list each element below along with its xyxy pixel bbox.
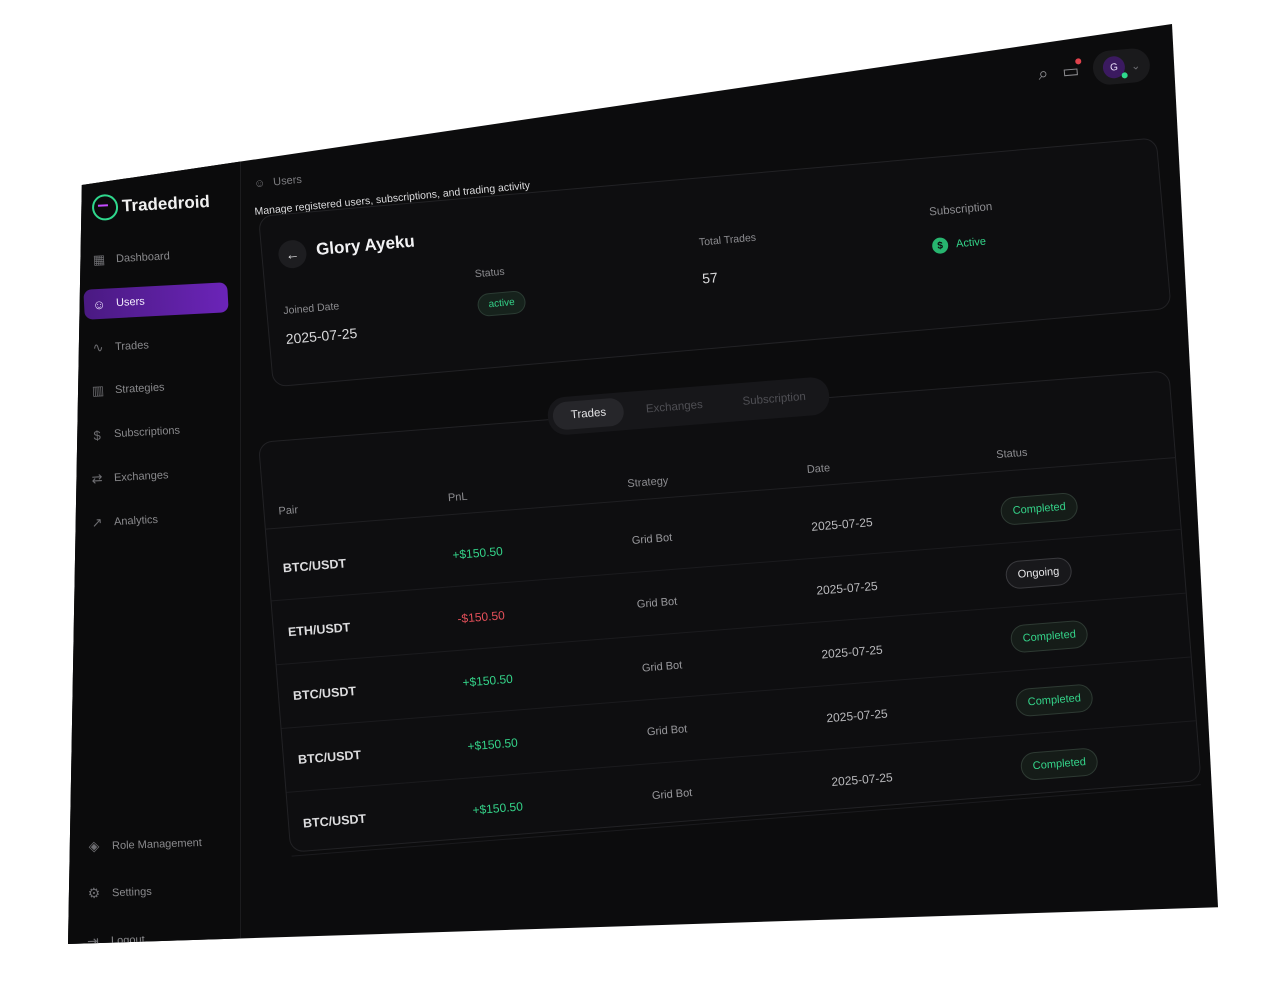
- pair-cell: BTC/USDT: [302, 811, 367, 831]
- exchange-icon: ⇄: [91, 470, 103, 487]
- profile-menu[interactable]: G ⌄: [1091, 47, 1152, 87]
- users-icon: ☺: [253, 177, 266, 191]
- gear-icon: ⚙: [86, 884, 101, 902]
- sidebar-item-label: Strategies: [114, 381, 165, 397]
- breadcrumb-label: Users: [272, 173, 303, 189]
- trend-up-icon: ↗: [90, 514, 103, 531]
- sidebar-item-settings[interactable]: ⚙ Settings: [85, 883, 151, 902]
- sidebar-item-label: Dashboard: [115, 250, 171, 266]
- user-name: Glory Ayeku: [315, 231, 416, 260]
- pnl-cell: +$150.50: [461, 671, 514, 690]
- chevron-down-icon: ⌄: [1130, 59, 1141, 73]
- pair-cell: BTC/USDT: [292, 684, 357, 704]
- sidebar-item-label: Trades: [114, 338, 150, 353]
- sidebar-item-label: Logout: [110, 933, 145, 947]
- status-cell: Completed: [1009, 613, 1172, 654]
- status-badge: Completed: [1009, 619, 1089, 654]
- strategy-cell: Grid Bot: [636, 595, 678, 611]
- strategy-cell: Grid Bot: [631, 531, 673, 547]
- avatar: G: [1101, 55, 1128, 80]
- total-trades-label: Total Trades: [698, 231, 757, 249]
- status-badge: Ongoing: [1004, 556, 1073, 590]
- strategies-icon: ▥: [91, 383, 105, 399]
- date-cell: 2025-07-25: [825, 706, 889, 726]
- pnl-cell: +$150.50: [466, 735, 519, 754]
- app-window: Tradedroid ▦ Dashboard ☺ Users ∿ Trades ▥ Strat…: [68, 24, 1218, 944]
- status-badge: Completed: [999, 491, 1079, 526]
- header-pair: Pair: [278, 504, 299, 518]
- pair-cell: BTC/USDT: [282, 556, 347, 576]
- status-label: Status: [474, 265, 506, 281]
- sidebar-item-label: Subscriptions: [114, 424, 181, 441]
- profile-card: ← Glory Ayeku Joined Date 2025-07-25 Sta…: [258, 137, 1172, 388]
- status-cell: Completed: [1019, 741, 1182, 782]
- date-cell: 2025-07-25: [810, 515, 874, 534]
- total-trades-block: Total Trades 57: [698, 232, 759, 287]
- pair-cell: ETH/USDT: [287, 620, 351, 640]
- subscription-block: Subscription $ Active: [928, 200, 996, 255]
- status-badge: Completed: [1014, 683, 1094, 718]
- logout-icon: ⇥: [86, 932, 100, 949]
- subscription-status: $ Active: [931, 233, 996, 255]
- pnl-cell: -$150.50: [456, 608, 506, 626]
- status-cell: Completed: [1014, 677, 1177, 718]
- arrow-left-icon: ←: [284, 245, 301, 263]
- back-button[interactable]: ←: [277, 238, 308, 270]
- trades-table-card: Trades Exchanges Subscription Pair PnL S…: [258, 370, 1202, 857]
- tab-exchanges[interactable]: Exchanges: [627, 390, 722, 425]
- date-cell: 2025-07-25: [830, 770, 894, 790]
- sidebar-item-logout[interactable]: ⇥ Logout: [85, 931, 145, 949]
- strategy-cell: Grid Bot: [646, 723, 688, 739]
- sidebar-item-label: Analytics: [113, 513, 158, 528]
- users-icon: ☺: [91, 295, 106, 312]
- date-cell: 2025-07-25: [815, 578, 879, 598]
- header-status: Status: [995, 446, 1028, 462]
- subscription-value: Active: [955, 235, 987, 251]
- brand-name: Tradedroid: [121, 191, 211, 216]
- activity-icon: ∿: [92, 339, 105, 355]
- avatar-initial: G: [1109, 61, 1119, 74]
- notification-icon[interactable]: ▭: [1061, 57, 1082, 82]
- header-pnl: PnL: [447, 490, 468, 505]
- search-icon[interactable]: ⌕: [1037, 63, 1049, 85]
- joined-date-block: Joined Date 2025-07-25: [283, 299, 358, 347]
- total-trades-value: 57: [701, 269, 719, 287]
- sidebar-item-label: Users: [115, 295, 145, 309]
- tab-bar: Trades Exchanges Subscription: [546, 376, 831, 437]
- diamond-icon: ◈: [88, 837, 100, 854]
- status-cell: Completed: [999, 485, 1162, 526]
- header-strategy: Strategy: [626, 474, 669, 491]
- sidebar-item-label: Settings: [111, 885, 152, 899]
- joined-date-label: Joined Date: [282, 300, 340, 318]
- strategy-cell: Grid Bot: [651, 787, 693, 803]
- tab-subscription[interactable]: Subscription: [724, 382, 825, 418]
- pnl-cell: +$150.50: [472, 799, 524, 818]
- sidebar-item-label: Role Management: [111, 836, 203, 852]
- pnl-cell: +$150.50: [451, 544, 504, 563]
- subscription-label: Subscription: [928, 200, 993, 219]
- tab-trades[interactable]: Trades: [551, 397, 626, 431]
- topbar-actions: ⌕ ▭ G ⌄: [1036, 47, 1152, 91]
- tradedroid-logo-icon: [91, 193, 119, 222]
- stage: Tradedroid ▦ Dashboard ☺ Users ∿ Trades ▥ Strat…: [0, 0, 1270, 991]
- status-badge: Completed: [1019, 747, 1099, 782]
- breadcrumb: ☺ Users: [254, 174, 303, 191]
- date-cell: 2025-07-25: [820, 642, 884, 662]
- status-badge: active: [476, 290, 527, 318]
- online-indicator: [1121, 72, 1128, 79]
- sidebar-item-label: Exchanges: [113, 469, 169, 485]
- dollar-icon: $: [931, 236, 949, 255]
- pair-cell: BTC/USDT: [297, 747, 362, 767]
- notification-dot: [1074, 57, 1082, 65]
- status-cell: Ongoing: [1004, 549, 1167, 590]
- dollar-circle-icon: $: [93, 427, 102, 443]
- dashboard-icon: ▦: [92, 251, 106, 268]
- status-block: Status active: [474, 264, 527, 318]
- joined-date-value: 2025-07-25: [285, 324, 358, 348]
- header-date: Date: [806, 462, 831, 477]
- strategy-cell: Grid Bot: [641, 659, 683, 675]
